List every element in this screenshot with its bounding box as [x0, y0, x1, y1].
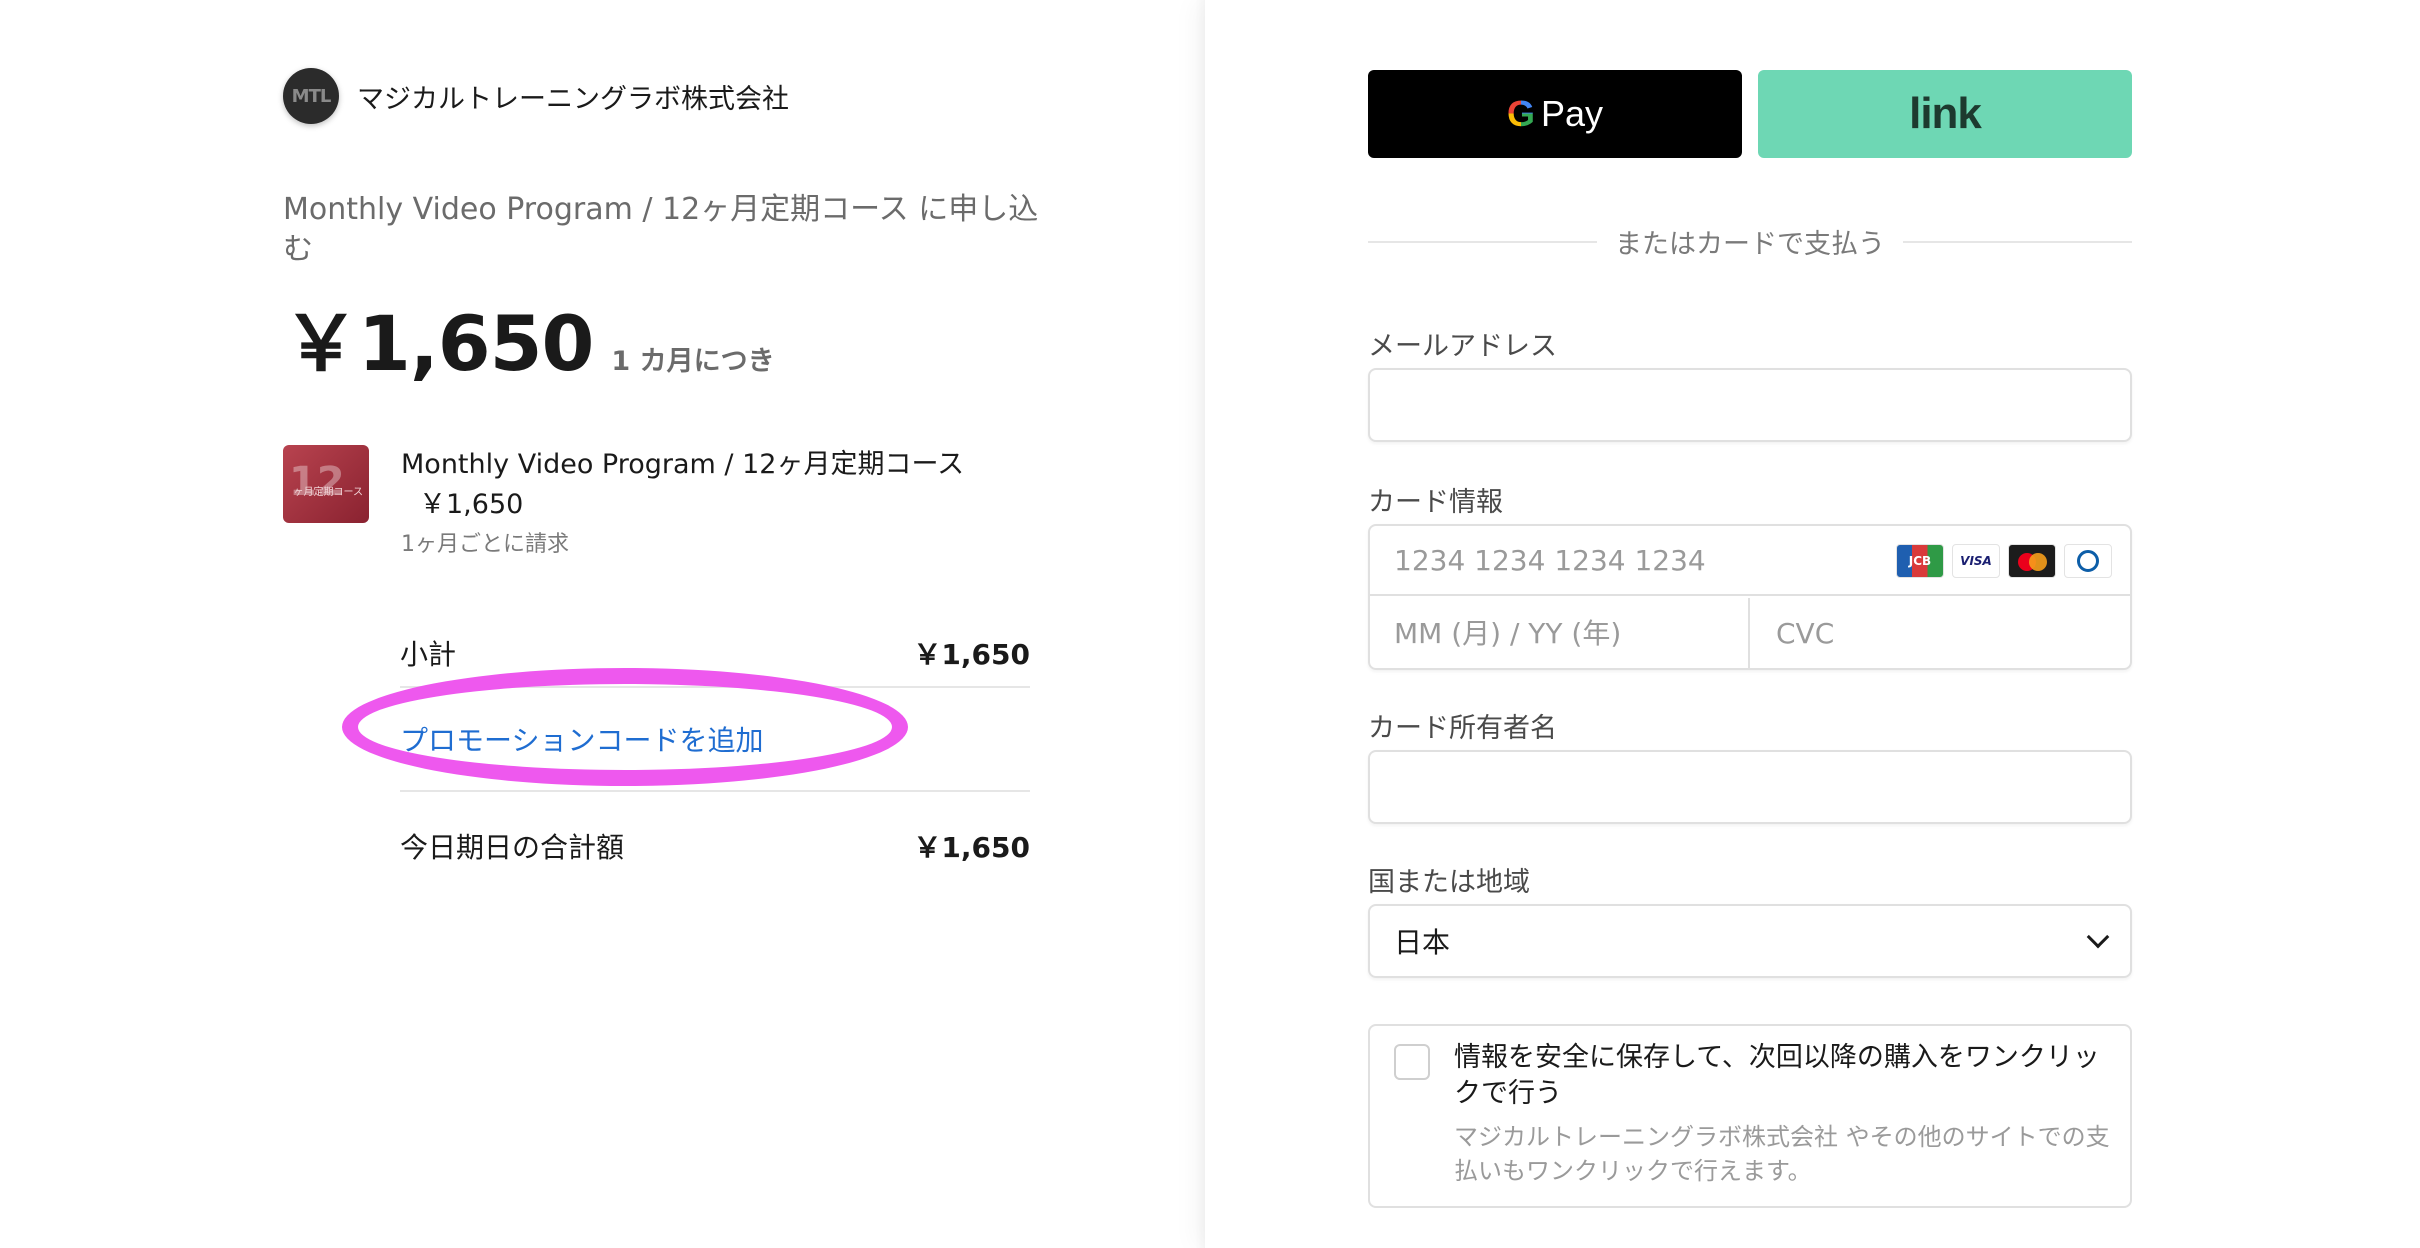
visa-icon: VISA [1952, 544, 2000, 578]
product-thumbnail-caption: ヶ月定期コース [293, 487, 364, 498]
save-info-title: 情報を安全に保存して、次回以降の購入をワンクリックで行う [1454, 1042, 2100, 1109]
total-row: 今日期日の合計額 ￥1,650 [400, 792, 1030, 900]
subtotal-value: ￥1,650 [913, 638, 1030, 671]
order-summary-pane: MTL マジカルトレーニングラボ株式会社 Monthly Video Progr… [0, 0, 1205, 1248]
subscribe-title: Monthly Video Program / 12ヶ月定期コース に申し込む [283, 192, 1039, 267]
google-pay-label: Pay [1540, 93, 1604, 134]
merchant-logo: MTL [283, 68, 339, 124]
subtotal-row: 小計 ￥1,650 [400, 620, 1030, 686]
country-label: 国または地域 [1368, 867, 1530, 898]
save-info-description: マジカルトレーニングラボ株式会社 やその他のサイトでの支払いもワンクリックで行え… [1454, 1123, 2110, 1185]
card-brand-icons: JCB VISA [1896, 544, 2112, 578]
country-select[interactable]: 日本 [1368, 904, 2132, 978]
google-g-icon: G [1506, 93, 1535, 134]
cardholder-name-label: カード所有者名 [1368, 713, 1557, 744]
subtotal-label: 小計 [400, 638, 457, 671]
price-period: 1 カ月につき [611, 346, 775, 377]
save-info-checkbox[interactable] [1394, 1044, 1430, 1080]
product-thumbnail: 12 ヶ月定期コース [283, 445, 369, 523]
product-billing: 1ヶ月ごとに請求 [401, 532, 569, 557]
email-input[interactable] [1368, 368, 2132, 442]
total-label: 今日期日の合計額 [400, 831, 625, 864]
product-price: ￥1,650 [419, 489, 524, 520]
link-logo: link [1909, 89, 1982, 138]
link-pay-button[interactable]: link [1758, 70, 2132, 158]
jcb-icon: JCB [1896, 544, 1944, 578]
or-separator: またはカードで支払う [1368, 222, 2132, 261]
or-pay-with-card-text: またはカードで支払う [1615, 229, 1885, 260]
save-info-box: 情報を安全に保存して、次回以降の購入をワンクリックで行う マジカルトレーニングラ… [1368, 1024, 2132, 1208]
google-pay-button[interactable]: G Pay [1368, 70, 1742, 158]
divider [1903, 240, 2132, 243]
product-thumbnail-number: 12 [289, 459, 345, 505]
merchant-name: マジカルトレーニングラボ株式会社 [357, 83, 789, 115]
card-cvc-input[interactable] [1752, 598, 2130, 668]
product-info: Monthly Video Program / 12ヶ月定期コース ￥1,650… [401, 445, 964, 565]
email-label: メールアドレス [1368, 331, 1557, 362]
mastercard-icon [2008, 544, 2056, 578]
divider [1368, 240, 1597, 243]
express-pay-buttons: G Pay link [1368, 70, 2132, 158]
chevron-down-icon [2086, 925, 2110, 949]
diners-club-icon [2064, 544, 2112, 578]
product-item: 12 ヶ月定期コース Monthly Video Program / 12ヶ月定… [283, 445, 964, 565]
country-selected-value: 日本 [1394, 926, 1451, 959]
cardholder-name-input[interactable] [1368, 750, 2132, 824]
product-name: Monthly Video Program / 12ヶ月定期コース [401, 449, 965, 480]
add-promo-code-link[interactable]: プロモーションコードを追加 [400, 719, 763, 759]
total-value: ￥1,650 [913, 831, 1030, 864]
merchant-header: MTL マジカルトレーニングラボ株式会社 [283, 68, 789, 124]
totals-summary: 小計 ￥1,650 プロモーションコードを追加 今日期日の合計額 ￥1,650 [400, 620, 1030, 900]
price-row: ￥1,650 1 カ月につき [283, 282, 775, 392]
card-info-group: JCB VISA [1368, 524, 2132, 670]
price-amount: ￥1,650 [283, 299, 594, 388]
card-expiry-input[interactable] [1370, 598, 1750, 668]
card-info-label: カード情報 [1368, 487, 1503, 518]
promo-row: プロモーションコードを追加 [400, 688, 1030, 790]
